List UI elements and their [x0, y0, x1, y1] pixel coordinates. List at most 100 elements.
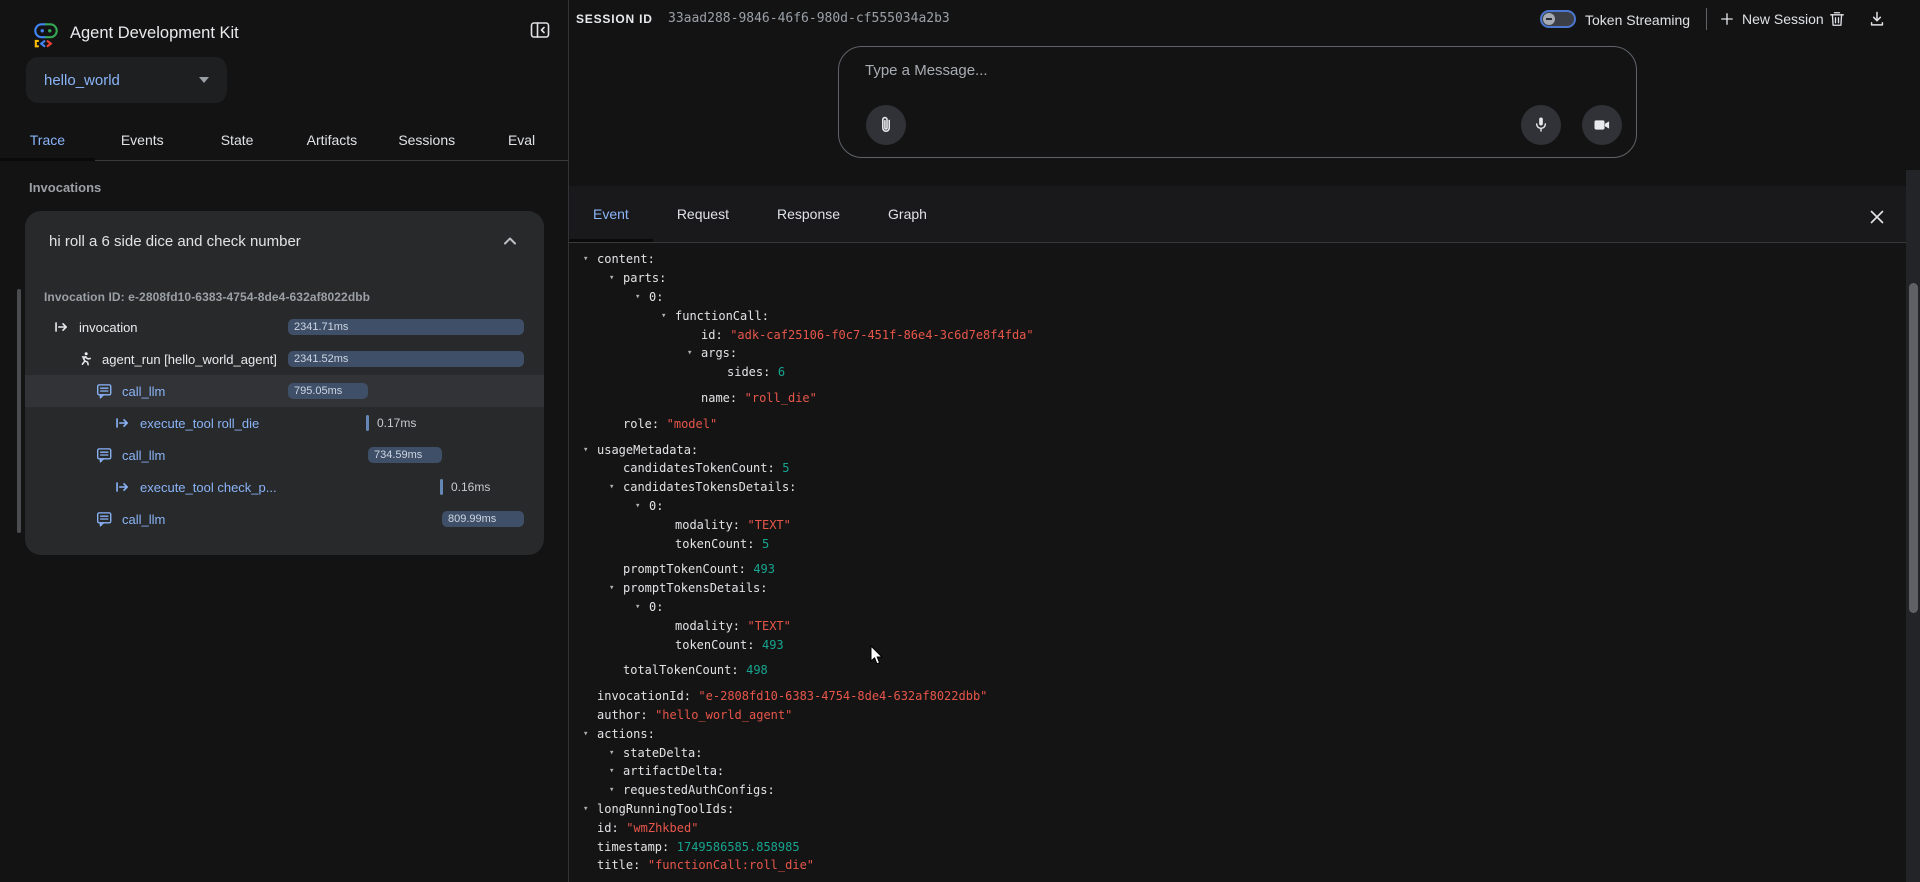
expand-arrow-icon[interactable]: ▾ — [609, 273, 623, 283]
span-duration-track: 734.59ms — [288, 447, 524, 463]
json-key: totalTokenCount: — [623, 663, 739, 677]
trace-span-row[interactable]: call_llm734.59ms — [25, 439, 544, 471]
delete-session-button[interactable] — [1826, 8, 1848, 30]
message-compose-box — [838, 46, 1637, 158]
json-value: 5 — [782, 461, 789, 475]
trace-span-row[interactable]: call_llm809.99ms — [25, 503, 544, 535]
json-tree-line: name:"roll_die" — [687, 389, 1906, 408]
expand-arrow-icon[interactable]: ▾ — [609, 785, 623, 795]
detail-tab-request[interactable]: Request — [653, 186, 753, 242]
json-value: "model" — [667, 417, 718, 431]
json-tree-line[interactable]: ▾parts: — [609, 269, 1906, 288]
vertical-scrollbar-thumb[interactable] — [1909, 283, 1918, 613]
trace-span-row[interactable]: execute_tool roll_die0.17ms — [25, 407, 544, 439]
sidebar-tab-state[interactable]: State — [190, 120, 285, 160]
json-key: usageMetadata: — [597, 443, 698, 457]
json-tree-line: id:"wmZhkbed" — [583, 818, 1906, 837]
json-key: promptTokenCount: — [623, 562, 746, 576]
agent-select-dropdown[interactable]: hello_world — [26, 57, 227, 103]
video-button[interactable] — [1582, 105, 1622, 145]
trace-span-row[interactable]: invocation2341.71ms — [25, 311, 544, 343]
json-tree-line[interactable]: ▾usageMetadata: — [583, 440, 1906, 459]
event-json-tree: ▾content:▾parts:▾0:▾functionCall:id:"adk… — [569, 243, 1906, 882]
json-tree-line: promptTokenCount: 493 — [609, 560, 1906, 579]
trace-span-list: invocation2341.71msagent_run [hello_worl… — [25, 311, 544, 535]
span-duration-label: 0.16ms — [451, 480, 490, 494]
json-tree-line: invocationId:"e-2808fd10-6383-4754-8de4-… — [583, 687, 1906, 706]
expand-arrow-icon[interactable]: ▾ — [583, 445, 597, 455]
new-session-button[interactable]: New Session — [1718, 8, 1824, 30]
json-tree-line: author:"hello_world_agent" — [583, 706, 1906, 725]
expand-arrow-icon[interactable]: ▾ — [583, 804, 597, 814]
message-input[interactable] — [863, 61, 1367, 80]
export-session-button[interactable] — [1866, 8, 1888, 30]
maps-to-icon — [112, 413, 132, 433]
span-duration-label: 2341.52ms — [288, 353, 348, 365]
json-value: "adk-caf25106-f0c7-451f-86e4-3c6d7e8f4fd… — [730, 328, 1033, 342]
span-duration-track: 2341.52ms — [288, 351, 524, 367]
json-tree-line[interactable]: ▾content: — [583, 250, 1906, 269]
expand-arrow-icon[interactable]: ▾ — [635, 292, 649, 302]
download-icon — [1867, 9, 1887, 29]
detail-tab-event[interactable]: Event — [569, 186, 653, 242]
json-tree-line[interactable]: ▾0: — [635, 288, 1906, 307]
json-value: 5 — [762, 537, 769, 551]
json-tree-line[interactable]: ▾artifactDelta: — [609, 762, 1906, 781]
span-duration-track: 809.99ms — [288, 511, 524, 527]
invocation-prompt[interactable]: hi roll a 6 side dice and check number — [49, 233, 301, 250]
expand-arrow-icon[interactable]: ▾ — [661, 311, 675, 321]
session-id-label: SESSION ID — [576, 12, 653, 26]
token-streaming-toggle[interactable] — [1540, 10, 1576, 28]
trace-span-row[interactable]: call_llm795.05ms — [25, 375, 544, 407]
close-detail-button[interactable] — [1866, 206, 1888, 228]
detail-tab-bar: EventRequestResponseGraph — [569, 186, 1920, 243]
expand-arrow-icon[interactable]: ▾ — [635, 501, 649, 511]
json-tree-line[interactable]: ▾0: — [635, 497, 1906, 516]
json-tree-line: modality:"TEXT" — [661, 616, 1906, 635]
json-tree-line[interactable]: ▾stateDelta: — [609, 743, 1906, 762]
detail-tab-response[interactable]: Response — [753, 186, 864, 242]
json-tree-line: timestamp:1749586585.858985 — [583, 837, 1906, 856]
expand-arrow-icon[interactable]: ▾ — [687, 348, 701, 358]
topbar-divider — [1706, 8, 1707, 30]
json-tree-line[interactable]: ▾promptTokensDetails: — [609, 579, 1906, 598]
microphone-button[interactable] — [1521, 105, 1561, 145]
expand-arrow-icon[interactable]: ▾ — [609, 748, 623, 758]
expand-arrow-icon[interactable]: ▾ — [635, 602, 649, 612]
json-value: "TEXT" — [748, 619, 791, 633]
json-tree-line[interactable]: ▾0: — [635, 598, 1906, 617]
sidebar-tab-events[interactable]: Events — [95, 120, 190, 160]
attach-file-button[interactable] — [866, 105, 906, 145]
sidebar-scrollbar[interactable] — [17, 289, 21, 533]
json-tree-line: tokenCount:5 — [661, 534, 1906, 553]
json-tree-line[interactable]: ▾candidatesTokensDetails: — [609, 478, 1906, 497]
span-duration-bar: 2341.52ms — [288, 351, 524, 367]
sidebar-tab-sessions[interactable]: Sessions — [379, 120, 474, 160]
sidebar-tab-artifacts[interactable]: Artifacts — [284, 120, 379, 160]
collapse-sidebar-icon[interactable] — [526, 16, 554, 44]
expand-arrow-icon[interactable]: ▾ — [583, 254, 597, 264]
json-tree-line[interactable]: ▾longRunningToolIds: — [583, 800, 1906, 819]
trace-span-row[interactable]: agent_run [hello_world_agent] 2341.52ms — [25, 343, 544, 375]
trash-icon — [1827, 9, 1847, 29]
json-tree-line[interactable]: ▾actions: — [583, 724, 1906, 743]
json-tree-line[interactable]: ▾args: — [687, 344, 1906, 363]
app-title: Agent Development Kit — [70, 24, 239, 43]
span-duration-label: 0.17ms — [377, 416, 416, 430]
json-tree-line[interactable]: ▾requestedAuthConfigs: — [609, 781, 1906, 800]
sidebar-tab-eval[interactable]: Eval — [474, 120, 569, 160]
json-key: modality: — [675, 518, 740, 532]
expand-arrow-icon[interactable]: ▾ — [583, 729, 597, 739]
expand-arrow-icon[interactable]: ▾ — [609, 766, 623, 776]
json-tree-line[interactable]: ▾functionCall: — [661, 306, 1906, 325]
json-key: 0: — [649, 600, 663, 614]
chevron-up-icon[interactable] — [498, 229, 522, 253]
expand-arrow-icon[interactable]: ▾ — [609, 482, 623, 492]
span-name: agent_run [hello_world_agent] — [102, 352, 277, 367]
sidebar-tab-trace[interactable]: Trace — [0, 120, 95, 160]
detail-tab-graph[interactable]: Graph — [864, 186, 951, 242]
json-value: 493 — [753, 562, 775, 576]
json-key: 0: — [649, 290, 663, 304]
trace-span-row[interactable]: execute_tool check_p...0.16ms — [25, 471, 544, 503]
expand-arrow-icon[interactable]: ▾ — [609, 583, 623, 593]
